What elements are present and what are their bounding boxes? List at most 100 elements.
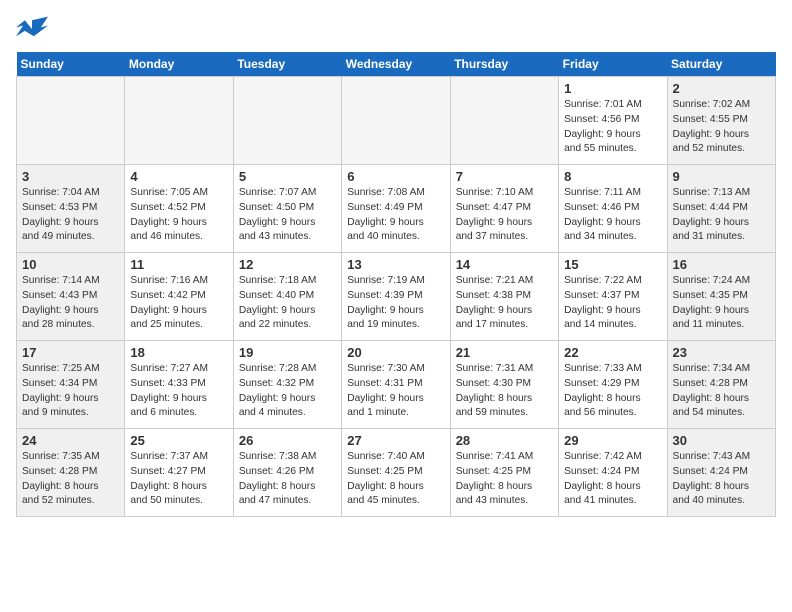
col-header-tuesday: Tuesday	[233, 52, 341, 77]
day-info: Sunrise: 7:31 AM Sunset: 4:30 PM Dayligh…	[456, 362, 553, 421]
calendar-cell: 26 Sunrise: 7:38 AM Sunset: 4:26 PM Dayli…	[233, 429, 341, 517]
day-info: Sunrise: 7:10 AM Sunset: 4:47 PM Dayligh…	[456, 186, 553, 245]
day-number: 3	[22, 169, 119, 184]
day-info: Sunrise: 7:13 AM Sunset: 4:44 PM Dayligh…	[673, 186, 770, 245]
calendar-cell	[17, 77, 125, 165]
day-info: Sunrise: 7:30 AM Sunset: 4:31 PM Dayligh…	[347, 362, 444, 421]
calendar-cell: 20 Sunrise: 7:30 AM Sunset: 4:31 PM Dayli…	[342, 341, 450, 429]
calendar-cell: 11 Sunrise: 7:16 AM Sunset: 4:42 PM Dayli…	[125, 253, 233, 341]
col-header-sunday: Sunday	[17, 52, 125, 77]
day-info: Sunrise: 7:19 AM Sunset: 4:39 PM Dayligh…	[347, 274, 444, 333]
calendar-cell: 29Sunrise: 7:42 AM Sunset: 4:24 PM Dayli…	[559, 429, 667, 517]
calendar-cell: 17 Sunrise: 7:25 AM Sunset: 4:34 PM Dayli…	[17, 341, 125, 429]
day-number: 28	[456, 433, 553, 448]
day-info: Sunrise: 7:22 AM Sunset: 4:37 PM Dayligh…	[564, 274, 661, 333]
day-number: 23	[673, 345, 770, 360]
calendar-cell: 21 Sunrise: 7:31 AM Sunset: 4:30 PM Dayli…	[450, 341, 558, 429]
col-header-monday: Monday	[125, 52, 233, 77]
day-info: Sunrise: 7:41 AM Sunset: 4:25 PM Dayligh…	[456, 450, 553, 509]
calendar-row-1: 3 Sunrise: 7:04 AM Sunset: 4:53 PM Daylig…	[17, 165, 776, 253]
day-info: Sunrise: 7:37 AM Sunset: 4:27 PM Dayligh…	[130, 450, 227, 509]
day-info: Sunrise: 7:14 AM Sunset: 4:43 PM Dayligh…	[22, 274, 119, 333]
calendar-cell: 22 Sunrise: 7:33 AM Sunset: 4:29 PM Dayli…	[559, 341, 667, 429]
day-info: Sunrise: 7:08 AM Sunset: 4:49 PM Dayligh…	[347, 186, 444, 245]
calendar-table: SundayMondayTuesdayWednesdayThursdayFrid…	[16, 52, 776, 517]
day-number: 21	[456, 345, 553, 360]
calendar-cell: 25 Sunrise: 7:37 AM Sunset: 4:27 PM Dayli…	[125, 429, 233, 517]
calendar-cell: 1Sunrise: 7:01 AM Sunset: 4:56 PM Daylig…	[559, 77, 667, 165]
day-number: 16	[673, 257, 770, 272]
day-number: 17	[22, 345, 119, 360]
col-header-friday: Friday	[559, 52, 667, 77]
calendar-row-0: 1Sunrise: 7:01 AM Sunset: 4:56 PM Daylig…	[17, 77, 776, 165]
day-info: Sunrise: 7:38 AM Sunset: 4:26 PM Dayligh…	[239, 450, 336, 509]
day-info: Sunrise: 7:07 AM Sunset: 4:50 PM Dayligh…	[239, 186, 336, 245]
day-number: 13	[347, 257, 444, 272]
logo-icon	[16, 16, 48, 44]
calendar-cell: 18Sunrise: 7:27 AM Sunset: 4:33 PM Dayli…	[125, 341, 233, 429]
calendar-cell: 24Sunrise: 7:35 AM Sunset: 4:28 PM Dayli…	[17, 429, 125, 517]
day-number: 15	[564, 257, 661, 272]
calendar-cell: 4Sunrise: 7:05 AM Sunset: 4:52 PM Daylig…	[125, 165, 233, 253]
col-header-thursday: Thursday	[450, 52, 558, 77]
day-number: 27	[347, 433, 444, 448]
calendar-cell: 14 Sunrise: 7:21 AM Sunset: 4:38 PM Dayli…	[450, 253, 558, 341]
day-number: 30	[673, 433, 770, 448]
day-number: 22	[564, 345, 661, 360]
day-info: Sunrise: 7:25 AM Sunset: 4:34 PM Dayligh…	[22, 362, 119, 421]
calendar-cell: 23Sunrise: 7:34 AM Sunset: 4:28 PM Dayli…	[667, 341, 775, 429]
day-info: Sunrise: 7:33 AM Sunset: 4:29 PM Dayligh…	[564, 362, 661, 421]
day-number: 4	[130, 169, 227, 184]
day-number: 25	[130, 433, 227, 448]
calendar-cell: 12Sunrise: 7:18 AM Sunset: 4:40 PM Dayli…	[233, 253, 341, 341]
day-info: Sunrise: 7:16 AM Sunset: 4:42 PM Dayligh…	[130, 274, 227, 333]
calendar-cell: 2 Sunrise: 7:02 AM Sunset: 4:55 PM Daylig…	[667, 77, 775, 165]
day-number: 26	[239, 433, 336, 448]
col-header-wednesday: Wednesday	[342, 52, 450, 77]
day-number: 24	[22, 433, 119, 448]
page-header	[16, 16, 776, 44]
day-info: Sunrise: 7:43 AM Sunset: 4:24 PM Dayligh…	[673, 450, 770, 509]
calendar-row-2: 10 Sunrise: 7:14 AM Sunset: 4:43 PM Dayli…	[17, 253, 776, 341]
day-info: Sunrise: 7:11 AM Sunset: 4:46 PM Dayligh…	[564, 186, 661, 245]
day-number: 11	[130, 257, 227, 272]
calendar-cell: 10 Sunrise: 7:14 AM Sunset: 4:43 PM Dayli…	[17, 253, 125, 341]
day-info: Sunrise: 7:28 AM Sunset: 4:32 PM Dayligh…	[239, 362, 336, 421]
calendar-row-4: 24Sunrise: 7:35 AM Sunset: 4:28 PM Dayli…	[17, 429, 776, 517]
calendar-cell	[450, 77, 558, 165]
day-info: Sunrise: 7:40 AM Sunset: 4:25 PM Dayligh…	[347, 450, 444, 509]
calendar-cell: 8 Sunrise: 7:11 AM Sunset: 4:46 PM Daylig…	[559, 165, 667, 253]
calendar-cell: 19 Sunrise: 7:28 AM Sunset: 4:32 PM Dayli…	[233, 341, 341, 429]
day-number: 20	[347, 345, 444, 360]
calendar-cell: 13 Sunrise: 7:19 AM Sunset: 4:39 PM Dayli…	[342, 253, 450, 341]
logo	[16, 16, 52, 44]
calendar-row-3: 17 Sunrise: 7:25 AM Sunset: 4:34 PM Dayli…	[17, 341, 776, 429]
day-number: 10	[22, 257, 119, 272]
calendar-cell	[233, 77, 341, 165]
calendar-cell: 5 Sunrise: 7:07 AM Sunset: 4:50 PM Daylig…	[233, 165, 341, 253]
day-number: 9	[673, 169, 770, 184]
day-info: Sunrise: 7:04 AM Sunset: 4:53 PM Dayligh…	[22, 186, 119, 245]
col-header-saturday: Saturday	[667, 52, 775, 77]
day-number: 6	[347, 169, 444, 184]
calendar-cell: 9 Sunrise: 7:13 AM Sunset: 4:44 PM Daylig…	[667, 165, 775, 253]
calendar-cell: 28 Sunrise: 7:41 AM Sunset: 4:25 PM Dayli…	[450, 429, 558, 517]
calendar-cell: 16Sunrise: 7:24 AM Sunset: 4:35 PM Dayli…	[667, 253, 775, 341]
day-number: 12	[239, 257, 336, 272]
day-number: 2	[673, 81, 770, 96]
calendar-cell: 27 Sunrise: 7:40 AM Sunset: 4:25 PM Dayli…	[342, 429, 450, 517]
day-number: 5	[239, 169, 336, 184]
calendar-cell: 30 Sunrise: 7:43 AM Sunset: 4:24 PM Dayli…	[667, 429, 775, 517]
day-number: 14	[456, 257, 553, 272]
day-number: 29	[564, 433, 661, 448]
day-number: 8	[564, 169, 661, 184]
calendar-cell: 6 Sunrise: 7:08 AM Sunset: 4:49 PM Daylig…	[342, 165, 450, 253]
day-number: 7	[456, 169, 553, 184]
day-info: Sunrise: 7:02 AM Sunset: 4:55 PM Dayligh…	[673, 98, 770, 157]
day-info: Sunrise: 7:21 AM Sunset: 4:38 PM Dayligh…	[456, 274, 553, 333]
day-info: Sunrise: 7:27 AM Sunset: 4:33 PM Dayligh…	[130, 362, 227, 421]
calendar-cell	[125, 77, 233, 165]
day-info: Sunrise: 7:01 AM Sunset: 4:56 PM Dayligh…	[564, 98, 661, 157]
day-number: 19	[239, 345, 336, 360]
calendar-cell	[342, 77, 450, 165]
